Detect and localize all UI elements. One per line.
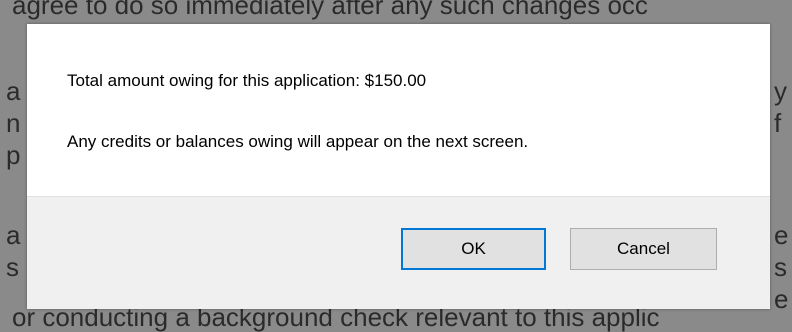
background-fragment: p (6, 140, 21, 170)
dialog-body: Total amount owing for this application:… (27, 24, 770, 196)
total-amount-message: Total amount owing for this application:… (67, 71, 427, 90)
background-fragment: n (6, 108, 21, 138)
confirm-dialog: Total amount owing for this application:… (27, 24, 770, 309)
background-fragment: s (774, 252, 787, 282)
credits-message: Any credits or balances owing will appea… (67, 132, 529, 151)
background-text-top: agree to do so immediately after any suc… (12, 0, 648, 20)
background-fragment: f (774, 108, 782, 138)
background-fragment: a (6, 220, 21, 250)
background-fragment: a (6, 76, 21, 106)
background-fragment: e (774, 284, 789, 314)
cancel-button[interactable]: Cancel (570, 228, 717, 270)
ok-button[interactable]: OK (401, 228, 546, 270)
background-fragment: e (774, 220, 789, 250)
dialog-footer: OK Cancel (27, 196, 770, 309)
background-fragment: y (774, 76, 787, 106)
background-fragment: s (6, 252, 19, 282)
